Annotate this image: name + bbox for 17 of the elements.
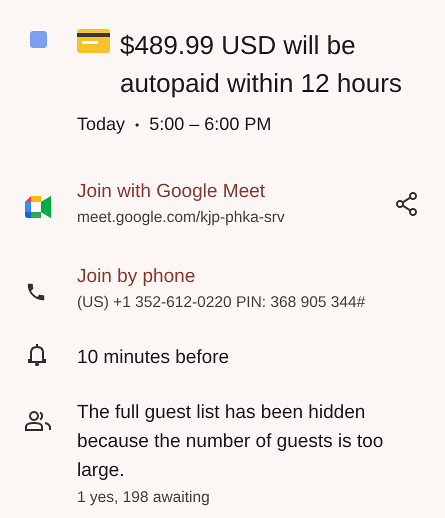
people-icon <box>25 411 51 431</box>
event-title: $489.99 USD will be autopaid within 12 hours <box>120 29 403 100</box>
share-icon[interactable] <box>396 192 418 216</box>
reminder-text: 10 minutes before <box>77 346 230 370</box>
event-time: 5:00 – 6:00 PM <box>149 113 272 136</box>
meet-url: meet.google.com/kjp-phka-srv <box>77 208 286 228</box>
separator-dot: • <box>135 116 140 134</box>
bell-icon <box>27 343 47 367</box>
phone-number: (US) +1 352-612-0220 PIN: 368 905 344# <box>77 293 366 313</box>
event-date: Today <box>77 113 126 136</box>
join-meet-link[interactable]: Join with Google Meet <box>77 179 384 205</box>
guest-list-notice: The full guest list has been hidden because the number of guests is too large. <box>77 401 384 483</box>
guest-count: 1 yes, 198 awaiting <box>77 488 211 508</box>
phone-icon <box>25 281 47 303</box>
join-phone-link[interactable]: Join by phone <box>77 264 433 290</box>
video-camera-icon <box>25 196 51 218</box>
credit-card-icon <box>77 29 110 53</box>
